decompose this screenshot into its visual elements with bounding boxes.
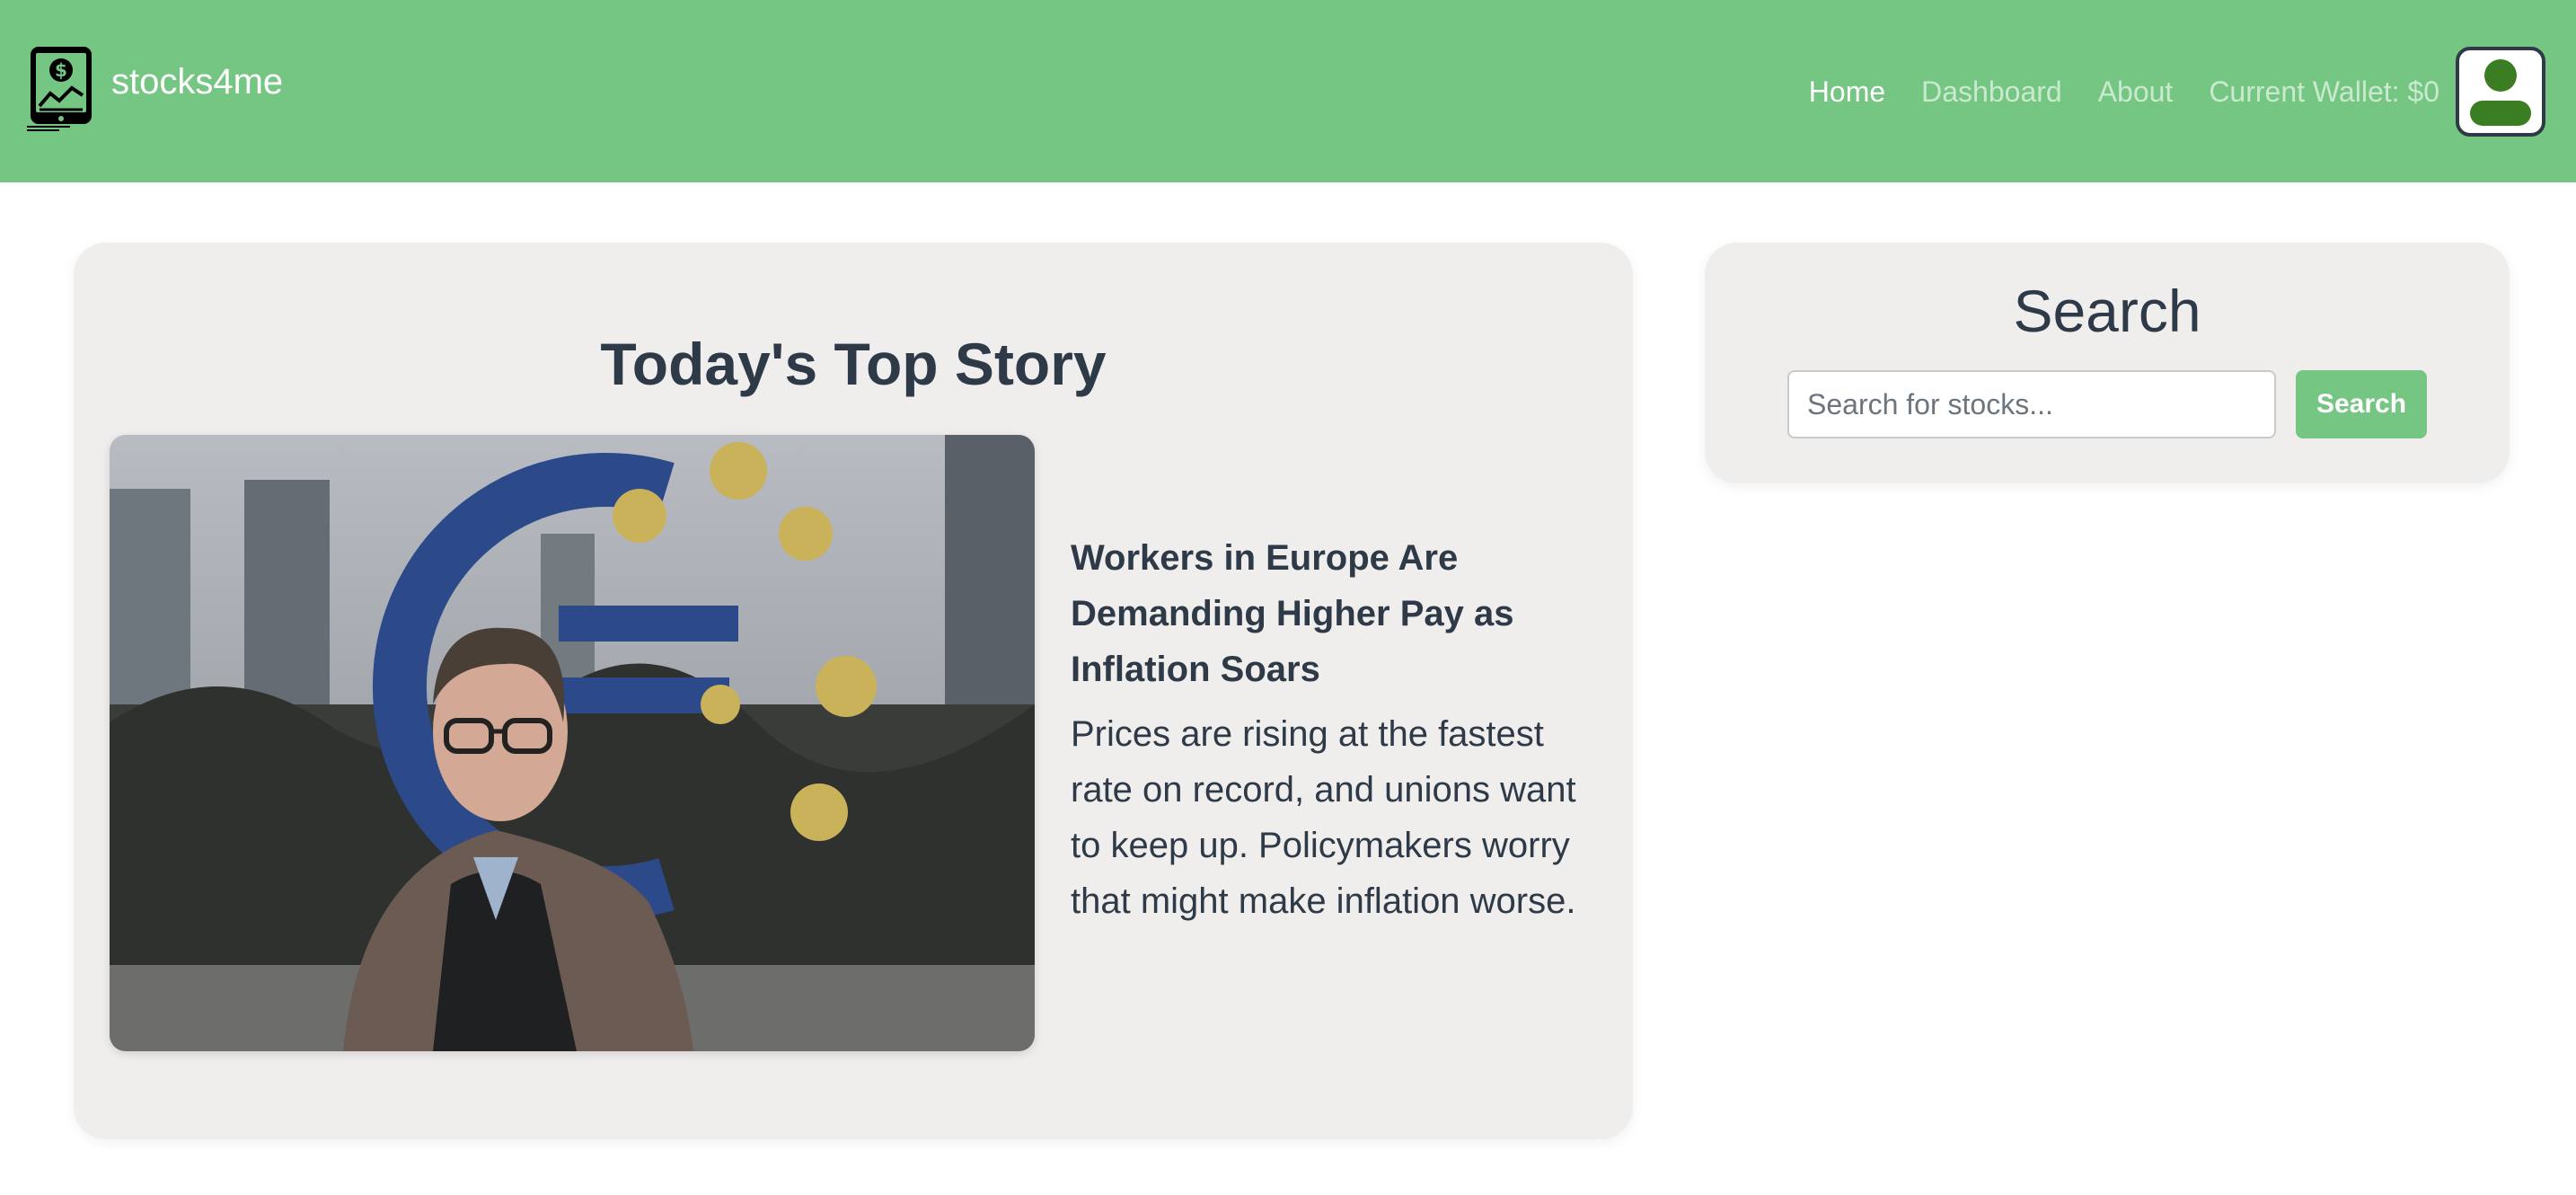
- brand-name: stocks4me: [111, 62, 284, 102]
- nav-link-dashboard[interactable]: Dashboard: [1921, 72, 2062, 111]
- top-story-heading: Today's Top Story: [600, 331, 1107, 397]
- nav-link-about[interactable]: About: [2098, 72, 2174, 111]
- top-story-card: Today's Top Story Workers in Europe Are …: [74, 243, 1633, 1139]
- nav-links: Home Dashboard About Current Wallet: $0: [1773, 72, 2439, 111]
- user-avatar-icon: [2470, 59, 2531, 126]
- user-avatar-button[interactable]: [2456, 47, 2545, 137]
- navbar: $ stocks4me Home Dashboard About Current…: [0, 0, 2576, 182]
- search-heading: Search: [2013, 278, 2201, 344]
- nav-link-home[interactable]: Home: [1809, 72, 1885, 111]
- search-card: Search Search: [1705, 243, 2510, 483]
- news-photo-image: [110, 435, 1035, 1051]
- nav-link-wallet[interactable]: Current Wallet: $0: [2209, 72, 2439, 111]
- top-story-text: Workers in Europe Are Demanding Higher P…: [1071, 530, 1610, 929]
- top-story-image[interactable]: [110, 435, 1035, 1051]
- top-story-summary: Prices are rising at the fastest rate on…: [1071, 714, 1576, 921]
- brand-link[interactable]: $ stocks4me: [27, 45, 283, 131]
- search-button[interactable]: Search: [2296, 370, 2427, 438]
- search-input[interactable]: [1787, 370, 2276, 438]
- tablet-dollar-chart-icon: $: [27, 47, 92, 131]
- svg-text:$: $: [55, 59, 67, 81]
- top-story-title[interactable]: Workers in Europe Are Demanding Higher P…: [1071, 530, 1610, 697]
